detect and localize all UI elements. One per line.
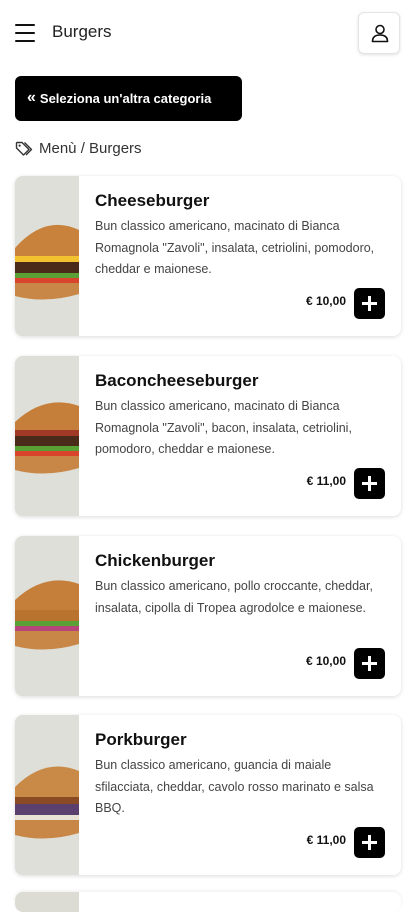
add-to-cart-button[interactable] <box>354 648 385 679</box>
burger-image <box>15 356 79 516</box>
select-other-category-label: Seleziona un'altra categoria <box>39 91 212 106</box>
page-title: Burgers <box>52 22 112 41</box>
double-chevron-left-icon: « <box>27 88 36 106</box>
add-to-cart-button[interactable] <box>354 468 385 499</box>
product-name: Porkburger <box>95 730 187 749</box>
product-description: Bun classico americano, guancia di maial… <box>95 758 374 815</box>
burger-image <box>15 176 79 336</box>
user-icon <box>371 24 389 43</box>
product-name: Cheeseburger <box>95 191 210 210</box>
breadcrumb-text: Menù / Burgers <box>39 140 142 157</box>
select-other-category-button[interactable]: « Seleziona un'altra categoria <box>15 76 242 121</box>
burger-image <box>15 892 79 912</box>
tag-icon <box>15 141 33 156</box>
breadcrumb: Menù / Burgers <box>15 140 142 157</box>
product-description: Bun classico americano, macinato di Bian… <box>95 399 352 456</box>
burger-image <box>15 715 79 875</box>
product-card[interactable]: Chickenburger Bun classico americano, po… <box>15 536 401 696</box>
product-card[interactable]: Porkburger Bun classico americano, guanc… <box>15 715 401 875</box>
product-description: Bun classico americano, macinato di Bian… <box>95 219 375 276</box>
hamburger-menu-icon[interactable] <box>15 24 35 42</box>
burger-image <box>15 536 79 696</box>
product-price: € 10,00 <box>305 294 346 308</box>
product-price: € 11,00 <box>306 833 346 847</box>
product-card[interactable] <box>15 892 401 912</box>
product-price: € 11,00 <box>306 474 346 488</box>
add-to-cart-button[interactable] <box>354 288 385 319</box>
product-name: Chickenburger <box>95 551 215 570</box>
add-to-cart-button[interactable] <box>354 827 385 858</box>
account-button[interactable] <box>358 12 400 54</box>
product-description: Bun classico americano, pollo croccante,… <box>95 579 373 615</box>
top-bar: Burgers <box>0 0 415 70</box>
product-price: € 10,00 <box>305 654 346 668</box>
product-card[interactable]: Baconcheeseburger Bun classico americano… <box>15 356 401 516</box>
product-name: Baconcheeseburger <box>95 371 259 390</box>
product-card[interactable]: Cheeseburger Bun classico americano, mac… <box>15 176 401 336</box>
